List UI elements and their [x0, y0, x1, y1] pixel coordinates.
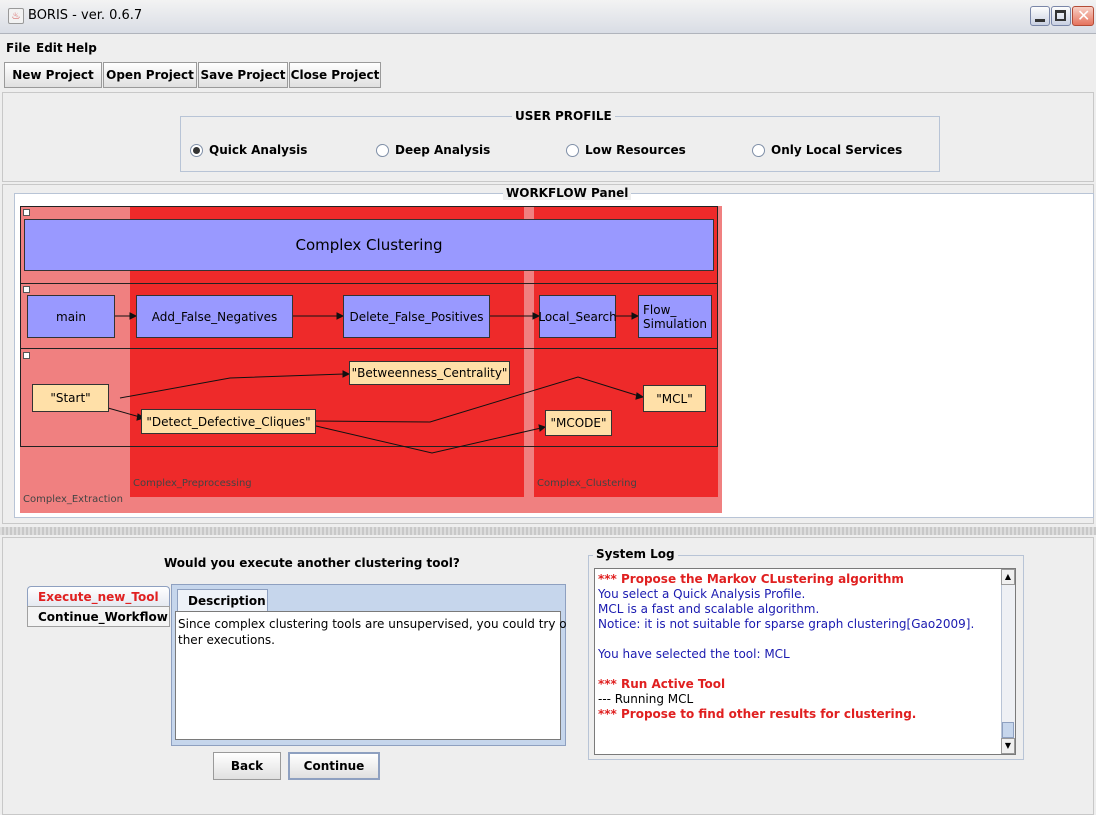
task-mcl[interactable]: "MCL": [643, 385, 706, 412]
description-text[interactable]: Since complex clustering tools are unsup…: [175, 611, 567, 740]
workflow-node-local-search[interactable]: Local_Search: [538, 295, 617, 338]
workflow-node-delete-false-positives[interactable]: Delete_False_Positives: [343, 295, 490, 338]
log-line: You have selected the tool: MCL: [598, 647, 790, 661]
log-line: You select a Quick Analysis Profile.: [598, 587, 806, 601]
workflow-node-flow-simulation[interactable]: Flow_ Simulation: [638, 295, 712, 338]
scroll-thumb[interactable]: [1002, 722, 1014, 738]
task-start[interactable]: "Start": [32, 384, 109, 412]
question-label: Would you execute another clustering too…: [164, 556, 460, 570]
scroll-down-icon[interactable]: ▼: [1001, 738, 1015, 754]
log-line: *** Run Active Tool: [598, 677, 726, 691]
back-button[interactable]: Back: [213, 752, 281, 780]
tab-execute-new-tool[interactable]: Execute_new_Tool: [27, 586, 170, 607]
workflow-node-add-false-negatives[interactable]: Add_False_Negatives: [136, 295, 293, 338]
task-mcode[interactable]: "MCODE": [545, 410, 612, 436]
log-line: *** Propose the Markov CLustering algori…: [598, 572, 904, 586]
scroll-up-icon[interactable]: ▲: [1001, 569, 1015, 585]
system-log-text: *** Propose the Markov CLustering algori…: [598, 572, 1000, 752]
log-line: MCL is a fast and scalable algorithm.: [598, 602, 820, 616]
workflow-node-main[interactable]: main: [27, 295, 115, 338]
continue-button[interactable]: Continue: [288, 752, 380, 780]
task-detect-defective-cliques[interactable]: "Detect_Defective_Cliques": [141, 409, 316, 434]
log-line: Notice: it is not suitable for sparse gr…: [598, 617, 975, 631]
task-betweenness-centrality[interactable]: "Betweenness_Centrality": [349, 361, 510, 385]
log-line: --- Running MCL: [598, 692, 694, 706]
tab-continue-workflow[interactable]: Continue_Workflow: [27, 606, 170, 627]
log-line: *** Propose to find other results for cl…: [598, 707, 917, 721]
system-log-title: System Log: [593, 547, 678, 561]
tab-description[interactable]: Description: [177, 589, 268, 611]
panel-splitter[interactable]: [0, 527, 1096, 535]
